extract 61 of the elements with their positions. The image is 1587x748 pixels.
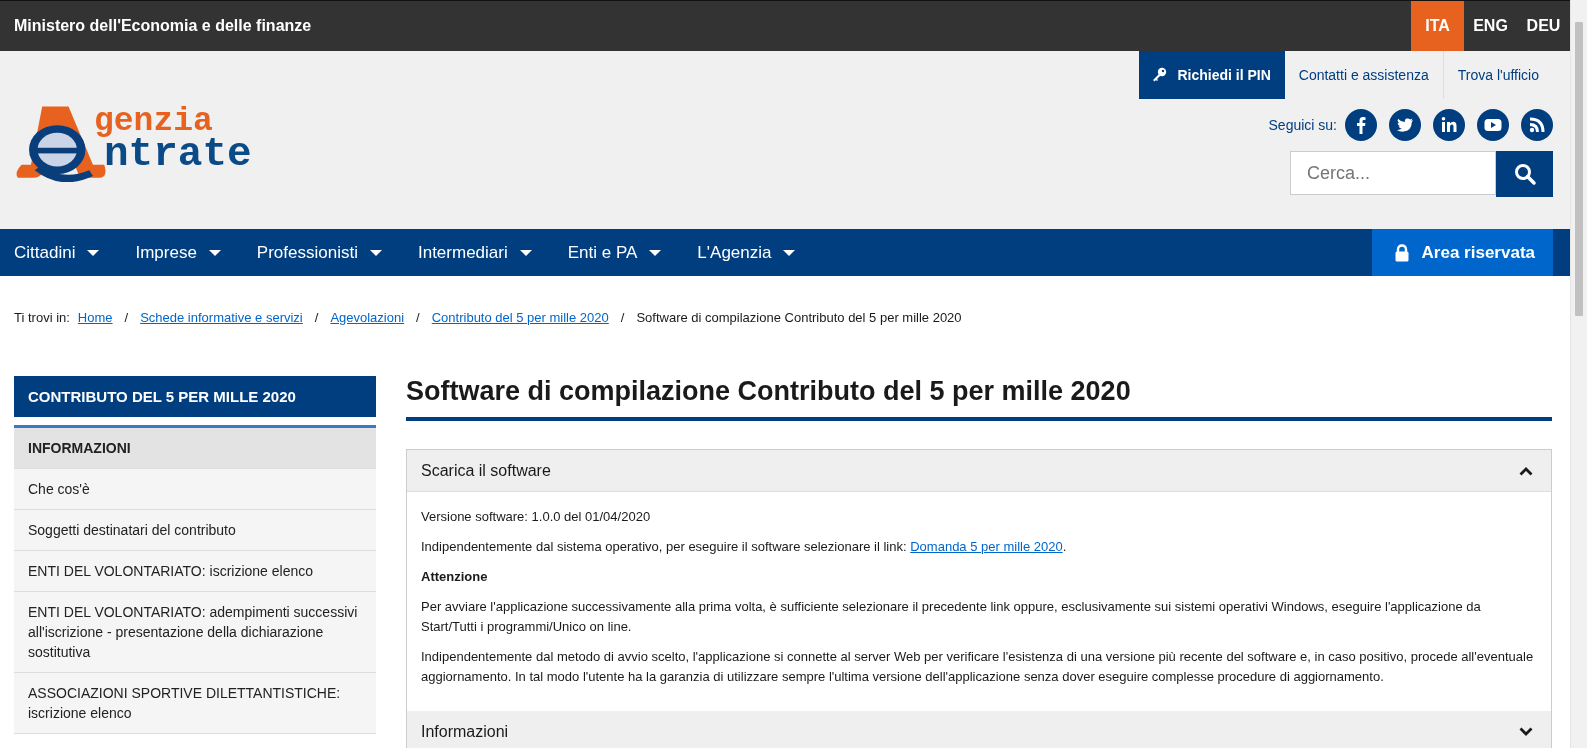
accordion-header[interactable]: Scarica il software <box>407 450 1551 492</box>
nav-menu-item[interactable]: Cittadini <box>14 242 100 263</box>
header-link[interactable]: Contatti e assistenza <box>1284 51 1444 99</box>
nav-menu-item[interactable]: Professionisti <box>256 242 382 263</box>
request-pin-button[interactable]: Richiedi il PIN <box>1139 51 1285 99</box>
breadcrumb-separator: / <box>416 309 420 325</box>
social-label: Seguici su: <box>1268 117 1337 133</box>
reserved-area-button[interactable]: Area riservata <box>1371 229 1553 276</box>
breadcrumb-link[interactable]: Schede informative e servizi <box>140 309 303 325</box>
caret-icon <box>208 248 221 257</box>
download-link[interactable]: Domanda 5 per mille 2020 <box>910 539 1063 554</box>
chevron-up-icon <box>1519 465 1533 476</box>
language-tab[interactable]: DEU <box>1517 1 1570 51</box>
search-icon <box>1512 162 1537 186</box>
caret-icon <box>519 248 532 257</box>
rss-icon[interactable] <box>1521 109 1553 141</box>
search-field[interactable]: Cerca... <box>1290 151 1496 195</box>
header-link[interactable]: Trova l'ufficio <box>1443 51 1553 99</box>
paragraph: Indipendentemente dal metodo di avvio scelto, l'applicazione si connette al server Web per verificare l'esistenza di una versione più recente del software e, in caso positivo, procede all'eventuale aggiornamento. In tal modo l'utente ha la garanzia di utilizzare sempre l'ultima versione dell'applicazione senza dover eseguire complesse procedure di aggiornamento. <box>421 648 1535 686</box>
padlock-icon <box>1393 243 1410 262</box>
nav-menu-item[interactable]: L'Agenzia <box>697 242 796 263</box>
accordion-header[interactable]: Informazioni <box>407 711 1551 748</box>
scrollbar[interactable] <box>1570 0 1587 748</box>
key-icon <box>1151 67 1168 83</box>
in-letters-icon[interactable] <box>1433 109 1465 141</box>
breadcrumb-link[interactable]: Home <box>77 309 113 325</box>
caret-icon <box>783 248 796 257</box>
sidebar-item[interactable]: INFORMAZIONI <box>14 428 376 469</box>
logo-text: genzia <box>94 105 213 138</box>
breadcrumb-separator: / <box>314 309 319 325</box>
paragraph: Versione software: 1.0.0 del 01/04/2020 <box>421 508 652 526</box>
breadcrumb-current: Software di compilazione Contributo del 5 per mille 2020 <box>636 309 962 325</box>
nav-menu-item[interactable]: Enti e PA <box>567 242 662 263</box>
breadcrumb-separator: / <box>124 309 129 325</box>
f-letter-icon[interactable] <box>1345 109 1377 141</box>
search-button[interactable] <box>1496 151 1553 197</box>
paragraph: Per avviare l'applicazione successivamente alla prima volta, è sufficiente selezionare il precedente link oppure, esclusivamente sui sistemi operativi Windows, eseguire l'applicazione da Start/Tutti i programmi/Unico on line. <box>421 598 1482 636</box>
paragraph: Indipendentemente dal sistema operativo, per eseguire il software selezionare il link: Domanda 5 per mille 2020. <box>421 538 1068 556</box>
bird-icon[interactable] <box>1389 109 1421 141</box>
caret-icon <box>649 248 662 257</box>
sidebar-title: CONTRIBUTO DEL 5 PER MILLE 2020 <box>14 376 376 417</box>
scrollbar-thumb[interactable] <box>1575 22 1583 316</box>
ministry-title: Ministero dell'Economia e delle finanze <box>13 17 313 35</box>
play-icon[interactable] <box>1477 109 1509 141</box>
paragraph-heading: Attenzione <box>421 568 489 586</box>
page-title: Software di compilazione Contributo del 5 per mille 2020 <box>406 376 1552 421</box>
sidebar-item[interactable]: Soggetti destinatari del contributo <box>14 510 376 551</box>
chevron-down-icon <box>1519 726 1533 737</box>
breadcrumb-link[interactable]: Agevolazioni <box>330 309 405 325</box>
sidebar-item[interactable]: Che cos'è <box>14 469 376 510</box>
nav-menu-item[interactable]: Imprese <box>135 242 221 263</box>
sidebar-item[interactable]: ENTI DEL VOLONTARIATO: iscrizione elenco <box>14 551 376 592</box>
breadcrumb-link[interactable]: Contributo del 5 per mille 2020 <box>431 309 609 325</box>
nav-menu-item[interactable]: Intermediari <box>417 242 532 263</box>
breadcrumb-separator: / <box>620 309 625 325</box>
caret-icon <box>87 248 100 257</box>
caret-icon <box>369 248 382 257</box>
breadcrumb-label: Ti trovi in: <box>14 309 70 325</box>
sidebar-item[interactable]: ENTI DEL VOLONTARIATO: adempimenti successivi all'iscrizione - presentazione della dichiarazione sostitutiva <box>14 592 376 673</box>
sidebar-item[interactable]: ASSOCIAZIONI SPORTIVE DILETTANTISTICHE: iscrizione elenco <box>14 673 376 734</box>
language-tab[interactable]: ENG <box>1464 1 1517 51</box>
